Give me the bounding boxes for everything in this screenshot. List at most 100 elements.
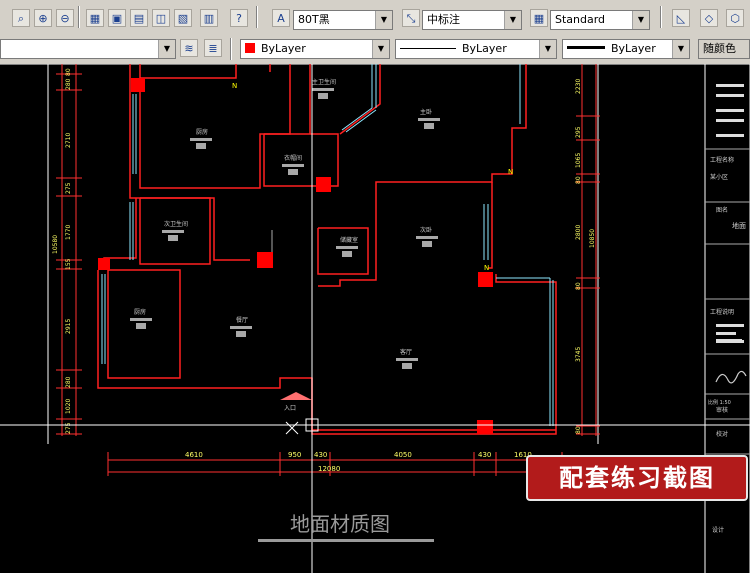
chevron-down-icon[interactable]: ▼: [632, 11, 649, 29]
svg-text:2800: 2800: [575, 225, 582, 240]
linetype-preview: [400, 48, 456, 49]
svg-text:80: 80: [65, 68, 72, 76]
lineweight-value: ByLayer: [611, 42, 656, 55]
svg-text:N: N: [232, 82, 237, 90]
properties-toolbar: ▼ ≋ ≣ ByLayer ▼ ByLayer ▼ ByLayer ▼ 随颜色: [0, 34, 750, 65]
standard-toolbar: ⌕ ⊕ ⊖ ▦ ▣ ▤ ◫ ▧ ▥ ? A 80T黑 ▼ ⤡ 中标注 ▼ ▦ S…: [0, 0, 750, 35]
dim-style-select[interactable]: 中标注 ▼: [422, 10, 522, 30]
caption-underline: [258, 539, 434, 542]
text-style-icon[interactable]: A: [272, 9, 290, 27]
door-markers: N N N: [232, 82, 513, 272]
toolbar-separator: [256, 6, 258, 28]
svg-text:80: 80: [575, 282, 582, 290]
svg-text:12080: 12080: [318, 465, 340, 473]
svg-text:客厅: 客厅: [400, 348, 412, 356]
tb-review: 审核: [716, 406, 728, 414]
svg-text:厨房: 厨房: [134, 308, 146, 316]
svg-text:2230: 2230: [575, 79, 582, 94]
floor-plan-windows: [101, 64, 554, 426]
chevron-down-icon[interactable]: ▼: [372, 40, 389, 58]
layer-select[interactable]: ▼: [0, 39, 176, 59]
sheet-set-icon[interactable]: ◫: [152, 9, 170, 27]
lineweight-select[interactable]: ByLayer ▼: [562, 39, 690, 59]
toolbar-separator: [78, 6, 80, 28]
material-symbols: [130, 88, 440, 369]
svg-text:主卫生间: 主卫生间: [312, 78, 336, 86]
chevron-down-icon[interactable]: ▼: [539, 40, 556, 58]
color-value: ByLayer: [261, 42, 306, 55]
floor-plan-walls: [97, 64, 557, 435]
3d-view-icon[interactable]: ⬡: [726, 9, 744, 27]
zoom-previous-icon[interactable]: ⊖: [56, 9, 74, 27]
svg-text:1770: 1770: [65, 225, 72, 240]
dim-style-icon[interactable]: ⤡: [402, 9, 420, 27]
svg-text:80: 80: [575, 176, 582, 184]
zoom-realtime-icon[interactable]: ⌕: [12, 9, 30, 27]
room-labels: 厨房 主卫生间 主卧 衣帽间 次卫生间 次卧 储藏室 厨房 餐厅 客厅 入口: [134, 78, 432, 412]
linetype-select[interactable]: ByLayer ▼: [395, 39, 557, 59]
table-style-select[interactable]: Standard ▼: [550, 10, 650, 30]
toolbar-separator: [660, 6, 662, 28]
chevron-down-icon[interactable]: ▼: [375, 11, 392, 29]
svg-text:4050: 4050: [394, 451, 412, 459]
svg-text:3745: 3745: [575, 347, 582, 362]
tb-scale: 比例 1:50: [708, 399, 731, 406]
tb-project-label: 工程名称: [710, 156, 734, 164]
svg-text:2915: 2915: [65, 319, 72, 334]
svg-text:储藏室: 储藏室: [340, 236, 358, 244]
design-center-icon[interactable]: ▣: [108, 9, 126, 27]
tb-check: 校对: [716, 430, 728, 438]
chevron-down-icon[interactable]: ▼: [672, 40, 689, 58]
svg-text:275: 275: [65, 422, 72, 434]
svg-text:衣帽间: 衣帽间: [284, 154, 302, 162]
plot-style-select[interactable]: 随颜色: [698, 39, 750, 59]
svg-text:主卧: 主卧: [420, 108, 432, 116]
tool-palettes-icon[interactable]: ▤: [130, 9, 148, 27]
toolbar-separator: [230, 38, 232, 60]
table-style-icon[interactable]: ▦: [530, 9, 548, 27]
dim-style-value: 中标注: [427, 13, 460, 26]
svg-text:餐厅: 餐厅: [236, 316, 248, 324]
svg-text:N: N: [484, 264, 489, 272]
svg-text:1020: 1020: [65, 399, 72, 414]
signature-mark: [715, 370, 747, 384]
svg-text:280: 280: [65, 376, 72, 388]
svg-text:次卫生间: 次卫生间: [164, 220, 188, 228]
svg-text:厨房: 厨房: [196, 128, 208, 136]
linetype-value: ByLayer: [462, 42, 507, 55]
layer-states-icon[interactable]: ≣: [204, 39, 222, 57]
svg-text:950: 950: [288, 451, 301, 459]
zoom-window-icon[interactable]: ⊕: [34, 9, 52, 27]
properties-icon[interactable]: ▦: [86, 9, 104, 27]
svg-text:280: 280: [65, 78, 72, 90]
dimension-right: [576, 64, 600, 436]
entrance-arrow-icon: [280, 392, 312, 400]
svg-text:次卧: 次卧: [420, 226, 432, 234]
svg-text:1065: 1065: [575, 153, 582, 168]
svg-text:2710: 2710: [65, 133, 72, 148]
tb-drawing-label: 图名: [716, 206, 728, 214]
svg-text:430: 430: [478, 451, 491, 459]
svg-text:4610: 4610: [185, 451, 203, 459]
structural-columns: [98, 78, 493, 434]
tb-design: 设计: [712, 526, 724, 534]
multileader-icon[interactable]: ◺: [672, 9, 690, 27]
3d-box-icon[interactable]: ◇: [700, 9, 718, 27]
chevron-down-icon[interactable]: ▼: [158, 40, 175, 58]
layer-previous-icon[interactable]: ≋: [180, 39, 198, 57]
drawing-caption: 地面材质图: [290, 512, 390, 536]
help-icon[interactable]: ?: [230, 9, 248, 27]
svg-text:295: 295: [575, 126, 582, 138]
chevron-down-icon[interactable]: ▼: [504, 11, 521, 29]
markup-icon[interactable]: ▧: [174, 9, 192, 27]
calculator-icon[interactable]: ▥: [200, 9, 218, 27]
color-select[interactable]: ByLayer ▼: [240, 39, 390, 59]
svg-text:155: 155: [65, 258, 72, 270]
svg-text:430: 430: [314, 451, 327, 459]
table-style-value: Standard: [555, 13, 606, 26]
plot-style-value: 随颜色: [703, 42, 736, 55]
svg-text:80: 80: [575, 426, 582, 434]
text-style-select[interactable]: 80T黑 ▼: [293, 10, 393, 30]
text-style-value: 80T黑: [298, 13, 330, 26]
svg-text:N: N: [508, 168, 513, 176]
